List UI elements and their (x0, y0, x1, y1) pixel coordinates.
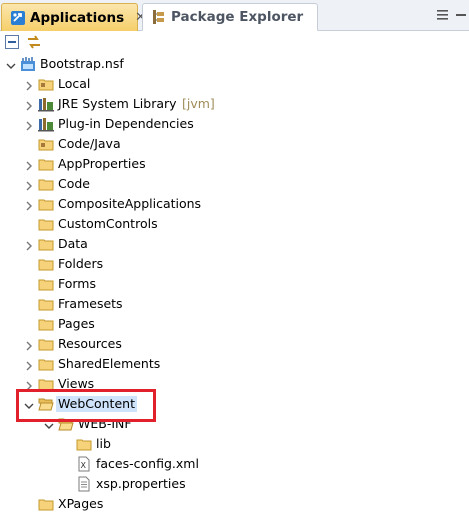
tree-node-label: lib (96, 436, 111, 451)
tree-node-label: Local (58, 76, 91, 91)
tab-package-explorer-label: Package Explorer (171, 9, 304, 25)
tree-node[interactable]: Code (0, 174, 469, 194)
tree-node[interactable]: Plug-in Dependencies (0, 114, 469, 134)
package-explorer-tree: Bootstrap.nsf Local JRE System Library [jvm… (0, 54, 469, 514)
tree-node-label: JRE System Library (58, 96, 177, 111)
tree-node-decoration: [jvm] (182, 96, 215, 111)
tree-node-label: Code (58, 176, 91, 191)
tree-node[interactable]: Data (0, 234, 469, 254)
tree-node-label: Folders (58, 256, 104, 271)
tree-node-label: xsp.properties (96, 476, 186, 491)
chevron-right-icon[interactable] (24, 179, 34, 191)
tab-package-explorer[interactable]: Package Explorer (142, 3, 318, 31)
chevron-right-icon[interactable] (24, 119, 34, 131)
package-explorer-icon (153, 10, 164, 24)
chevron-right-icon[interactable] (24, 239, 34, 251)
tree-node-label: faces-config.xml (96, 456, 199, 471)
tree-node-label: Forms (58, 276, 97, 291)
folder-icon (38, 316, 54, 332)
tree-node[interactable]: XPages (0, 494, 469, 514)
svg-text:X: X (81, 461, 87, 470)
tree-node[interactable]: JRE System Library [jvm] (0, 94, 469, 114)
tab-applications-label: Applications (30, 9, 125, 26)
annotation-highlight-box (16, 389, 156, 422)
properties-file-icon (76, 476, 92, 492)
tree-node[interactable]: CompositeApplications (0, 194, 469, 214)
folder-icon (38, 356, 54, 372)
tree-node[interactable]: Resources (0, 334, 469, 354)
folder-icon (38, 256, 54, 272)
tree-node-label: Framesets (58, 296, 123, 311)
tree-node-label: Bootstrap.nsf (40, 56, 124, 71)
tree-node[interactable]: lib (0, 434, 469, 454)
tree-node[interactable]: Folders (0, 254, 469, 274)
tree-node-label: Resources (58, 336, 122, 351)
tree-node[interactable]: AppProperties (0, 154, 469, 174)
chevron-right-icon[interactable] (24, 339, 34, 351)
tree-node[interactable]: xsp.properties (0, 474, 469, 494)
folder-icon (76, 436, 92, 452)
chevron-right-icon[interactable] (24, 199, 34, 211)
tree-node-label: CompositeApplications (58, 196, 202, 211)
tree-node-label: Code/Java (58, 136, 121, 151)
tree-node-label: AppProperties (58, 156, 146, 171)
chevron-right-icon[interactable] (24, 159, 34, 171)
chevron-right-icon[interactable] (24, 79, 34, 91)
tree-node[interactable]: Forms (0, 274, 469, 294)
tree-node-label: SharedElements (58, 356, 161, 371)
minimize-icon[interactable] (455, 9, 467, 21)
folder-icon (38, 216, 54, 232)
folder-icon (38, 156, 54, 172)
tab-applications[interactable]: Applications ✕ (1, 3, 146, 31)
tree-node[interactable]: Framesets (0, 294, 469, 314)
link-with-editor-icon[interactable] (26, 34, 42, 50)
tree-node-label: CustomControls (58, 216, 158, 231)
view-toolbar (0, 31, 469, 55)
tree-node[interactable]: Local (0, 74, 469, 94)
applications-icon (11, 10, 25, 25)
collapse-all-icon[interactable] (4, 34, 20, 50)
folder-icon (38, 196, 54, 212)
chevron-right-icon[interactable] (24, 99, 34, 111)
chevron-down-icon[interactable] (6, 59, 16, 69)
tree-node[interactable]: SharedElements (0, 354, 469, 374)
tree-node-label: Pages (58, 316, 95, 331)
tree-node[interactable]: Xfaces-config.xml (0, 454, 469, 474)
folder-icon (38, 296, 54, 312)
tree-node[interactable]: Code/Java (0, 134, 469, 154)
tree-node-label: XPages (58, 496, 104, 511)
view-menu-icon[interactable] (437, 9, 451, 21)
tree-node[interactable]: Bootstrap.nsf (0, 54, 469, 74)
nsf-project-icon (20, 56, 36, 72)
package-folder-icon (38, 136, 54, 152)
folder-icon (38, 496, 54, 512)
tree-node-label: Plug-in Dependencies (58, 116, 194, 131)
view-tab-bar: Applications ✕ Package Explorer (0, 0, 469, 31)
library-icon (38, 96, 54, 112)
xml-file-icon: X (76, 456, 92, 472)
folder-icon (38, 176, 54, 192)
chevron-right-icon[interactable] (24, 379, 34, 391)
folder-icon (38, 276, 54, 292)
tree-node-label: Data (58, 236, 88, 251)
package-folder-icon (38, 76, 54, 92)
tree-node[interactable]: Pages (0, 314, 469, 334)
folder-icon (38, 336, 54, 352)
folder-icon (38, 236, 54, 252)
chevron-right-icon[interactable] (24, 359, 34, 371)
library-icon (38, 116, 54, 132)
tree-node[interactable]: CustomControls (0, 214, 469, 234)
